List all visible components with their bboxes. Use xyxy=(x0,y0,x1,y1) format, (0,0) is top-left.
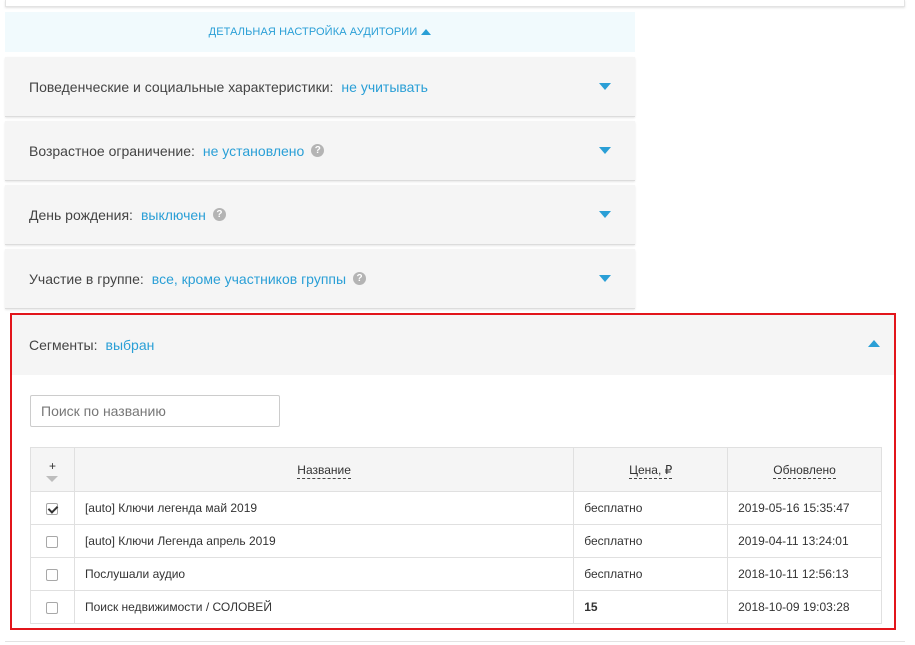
caret-down-icon[interactable] xyxy=(46,475,59,482)
sort-by-updated[interactable]: Обновлено xyxy=(773,462,836,479)
detail-toggle-label: ДЕТАЛЬНАЯ НАСТРОЙКА АУДИТОРИИ xyxy=(208,26,418,38)
segment-name: [auto] Ключи легенда май 2019 xyxy=(73,491,575,525)
segment-price: бесплатно xyxy=(573,491,729,525)
segment-updated: 2018-10-09 19:03:28 xyxy=(727,590,882,624)
previous-section-card xyxy=(5,0,905,7)
segment-price: бесплатно xyxy=(573,557,729,591)
segments-header[interactable]: Сегменты: выбран xyxy=(12,315,894,375)
row-checkbox[interactable] xyxy=(46,568,59,581)
table-row[interactable]: [auto] Ключи Легенда апрель 2019 бесплат… xyxy=(30,524,882,558)
sort-by-name[interactable]: Название xyxy=(297,462,351,479)
caret-down-icon[interactable] xyxy=(599,83,611,90)
caret-up-icon xyxy=(421,29,432,35)
panel-group-membership[interactable]: Участие в группе: все, кроме участников … xyxy=(5,249,635,309)
caret-down-icon[interactable] xyxy=(599,275,611,282)
panel-value[interactable]: не установлено xyxy=(203,143,304,159)
column-name-header[interactable]: Название xyxy=(73,447,575,492)
row-select-cell[interactable] xyxy=(30,590,75,624)
segments-label: Сегменты: xyxy=(29,337,98,353)
segment-name: Поиск недвижимости / СОЛОВЕЙ xyxy=(73,590,575,624)
panel-value[interactable]: все, кроме участников группы xyxy=(152,271,346,287)
table-row[interactable]: [auto] Ключи легенда май 2019 бесплатно … xyxy=(30,491,882,525)
segments-value[interactable]: выбран xyxy=(106,337,155,353)
panel-birthday[interactable]: День рождения: выключен ? xyxy=(5,185,635,245)
caret-down-icon[interactable] xyxy=(599,211,611,218)
card-bottom-edge xyxy=(5,636,905,642)
question-circle-icon[interactable]: ? xyxy=(311,144,325,157)
plus-sign[interactable]: + xyxy=(31,460,74,472)
row-select-cell[interactable] xyxy=(30,557,75,591)
segment-name: Послушали аудио xyxy=(73,557,575,591)
select-all-header[interactable]: + xyxy=(30,447,75,492)
table-header-row: + Название Цена, ₽ Обновлено xyxy=(30,447,882,492)
row-checkbox[interactable] xyxy=(46,535,59,548)
panel-value[interactable]: не учитывать xyxy=(341,79,427,95)
table-row[interactable]: Послушали аудио бесплатно 2018-10-11 12:… xyxy=(30,557,882,591)
table-row[interactable]: Поиск недвижимости / СОЛОВЕЙ 15 2018-10-… xyxy=(30,590,882,624)
panel-label: День рождения: xyxy=(29,206,133,223)
panel-age-restriction[interactable]: Возрастное ограничение: не установлено ? xyxy=(5,121,635,181)
segment-updated: 2019-05-16 15:35:47 xyxy=(727,491,882,525)
segments-table: + Название Цена, ₽ Обновлено [auto] Ключ… xyxy=(30,447,882,624)
panel-label: Возрастное ограничение: xyxy=(29,142,195,159)
panel-value[interactable]: выключен xyxy=(141,207,206,223)
segment-price: 15 xyxy=(573,590,729,624)
detailed-audience-settings-toggle[interactable]: ДЕТАЛЬНАЯ НАСТРОЙКА АУДИТОРИИ xyxy=(5,12,635,52)
column-updated-header[interactable]: Обновлено xyxy=(727,447,882,492)
row-checkbox[interactable] xyxy=(46,502,59,515)
segments-panel: Сегменты: выбран + Название Цена, ₽ Обно… xyxy=(10,313,896,630)
segment-name: [auto] Ключи Легенда апрель 2019 xyxy=(73,524,575,558)
segment-search-input[interactable] xyxy=(30,395,280,427)
sort-by-price[interactable]: Цена, ₽ xyxy=(629,462,673,479)
segment-updated: 2019-04-11 13:24:01 xyxy=(727,524,882,558)
caret-up-icon[interactable] xyxy=(868,340,880,347)
question-circle-icon[interactable]: ? xyxy=(353,272,367,285)
panel-behavioral-social[interactable]: Поведенческие и социальные характеристик… xyxy=(5,57,635,117)
column-price-header[interactable]: Цена, ₽ xyxy=(573,447,729,492)
caret-down-icon[interactable] xyxy=(599,147,611,154)
row-checkbox[interactable] xyxy=(46,601,59,614)
panel-label: Поведенческие и социальные характеристик… xyxy=(29,78,334,95)
panel-label: Участие в группе: xyxy=(29,270,144,287)
row-select-cell[interactable] xyxy=(30,524,75,558)
segment-price: бесплатно xyxy=(573,524,729,558)
segment-updated: 2018-10-11 12:56:13 xyxy=(727,557,882,591)
question-circle-icon[interactable]: ? xyxy=(212,208,226,221)
row-select-cell[interactable] xyxy=(30,491,75,525)
